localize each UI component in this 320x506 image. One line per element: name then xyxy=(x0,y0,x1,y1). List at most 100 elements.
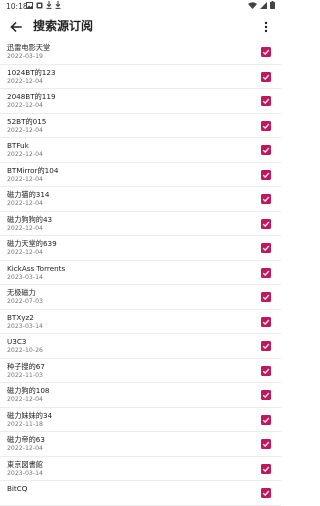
list-item[interactable]: 東京図書館 2023-03-14 xyxy=(0,457,281,481)
list-item[interactable]: U3C3 2022-10-26 xyxy=(0,334,281,359)
source-name: 种子搜的67 xyxy=(7,361,45,371)
source-date: 2022-12-04 xyxy=(7,151,43,158)
source-name: BTXyz2 xyxy=(7,312,34,322)
list-item[interactable]: 磁力妹妹的34 2022-11-18 xyxy=(0,408,281,432)
source-date: 2022-12-04 xyxy=(7,126,43,134)
source-date: 2022-12-04 xyxy=(7,396,43,403)
source-name: U3C3 xyxy=(7,337,27,346)
check-icon xyxy=(262,147,270,154)
signal-icon xyxy=(260,0,267,13)
source-date: 2022-12-04 xyxy=(7,77,43,85)
source-date: 2022-03-19 xyxy=(7,53,43,60)
source-name: 1024BT的123 xyxy=(7,67,56,77)
source-name: 磁力帝的63 xyxy=(7,435,45,444)
subscription-checkbox[interactable] xyxy=(261,120,271,131)
check-icon xyxy=(262,343,270,350)
subscription-checkbox[interactable] xyxy=(261,194,271,204)
subscription-checkbox[interactable] xyxy=(261,243,271,253)
subscription-checkbox[interactable] xyxy=(261,414,271,425)
source-date: 2023-03-14 xyxy=(7,469,43,477)
list-item[interactable]: BTMirror的104 2022-12-04 xyxy=(0,163,281,187)
list-item[interactable]: 2048BT的119 2022-12-04 xyxy=(0,89,281,114)
check-icon xyxy=(262,392,270,399)
source-name: BTMirror的104 xyxy=(7,165,59,175)
source-name: 磁力猫的314 xyxy=(7,190,50,199)
source-name: 磁力狗狗的43 xyxy=(7,214,53,224)
subscription-checkbox[interactable] xyxy=(261,390,271,400)
arrow-back-icon xyxy=(10,18,22,37)
check-icon xyxy=(262,368,270,374)
subscription-checkbox[interactable] xyxy=(261,316,271,327)
check-icon xyxy=(262,294,270,301)
more-vert-icon xyxy=(264,18,268,37)
check-icon xyxy=(262,270,270,276)
subscription-checkbox[interactable] xyxy=(261,71,271,82)
subscription-checkbox[interactable] xyxy=(261,145,271,155)
list-item[interactable]: 1024BT的123 2022-12-04 xyxy=(0,65,281,89)
status-system-icons xyxy=(248,0,275,13)
check-icon xyxy=(262,441,270,448)
status-bar: 10:18 xyxy=(0,0,281,13)
source-name: 東京図書館 xyxy=(7,459,43,469)
status-time: 10:18 xyxy=(6,2,28,11)
wifi-icon xyxy=(248,0,257,13)
subscription-checkbox[interactable] xyxy=(261,96,271,106)
subscription-checkbox[interactable] xyxy=(261,341,271,351)
source-name: KickAss Torrents xyxy=(7,263,66,273)
source-date: 2022-12-04 xyxy=(7,249,43,256)
source-date: 2022-11-18 xyxy=(7,420,43,428)
list-item[interactable]: 无极磁力 2022-07-03 xyxy=(0,285,281,310)
subscription-checkbox[interactable] xyxy=(261,463,271,474)
source-name: BitCQ xyxy=(7,484,28,493)
list-item[interactable]: 磁力帝的63 2022-12-04 xyxy=(0,432,281,457)
check-icon xyxy=(262,319,270,325)
list-item[interactable]: 磁力天堂的639 2022-12-04 xyxy=(0,236,281,261)
subscription-checkbox[interactable] xyxy=(261,47,271,57)
subscription-checkbox[interactable] xyxy=(261,365,271,376)
check-icon xyxy=(262,221,270,227)
subscription-checkbox[interactable] xyxy=(261,439,271,449)
check-icon xyxy=(262,172,270,178)
list-item[interactable]: 磁力猫的314 2022-12-04 xyxy=(0,187,281,212)
source-date: 2023-03-14 xyxy=(7,322,43,330)
list-item[interactable]: 磁力狗的108 2022-12-04 xyxy=(0,383,281,408)
source-name: 2048BT的119 xyxy=(7,92,56,101)
subscription-checkbox[interactable] xyxy=(261,267,271,278)
source-date: 2022-12-04 xyxy=(7,102,43,109)
source-name: 无极磁力 xyxy=(7,288,36,297)
source-date: 2022-10-26 xyxy=(7,347,43,354)
source-name: 迅雷电影天堂 xyxy=(7,43,51,52)
back-button[interactable] xyxy=(6,17,26,37)
check-icon xyxy=(262,74,270,80)
more-options-button[interactable] xyxy=(257,17,275,37)
check-icon xyxy=(262,466,270,472)
list-item[interactable]: KickAss Torrents 2023-03-14 xyxy=(0,261,281,285)
subscription-checkbox[interactable] xyxy=(261,488,271,498)
source-date: 2023-03-14 xyxy=(7,273,43,281)
list-item[interactable]: 种子搜的67 2022-11-03 xyxy=(0,359,281,383)
download-icon xyxy=(55,0,61,13)
list-item[interactable]: 磁力狗狗的43 2022-12-04 xyxy=(0,212,281,236)
list-item[interactable]: BitCQ xyxy=(0,481,281,506)
check-icon xyxy=(262,98,270,105)
source-name: 52BT的015 xyxy=(7,116,47,126)
check-icon xyxy=(262,490,270,497)
source-date: 2022-12-04 xyxy=(7,445,43,452)
list-item[interactable]: BTFuk 2022-12-04 xyxy=(0,138,281,163)
check-icon xyxy=(262,123,270,129)
list-item[interactable]: 52BT的015 2022-12-04 xyxy=(0,114,281,138)
source-date: 2022-12-04 xyxy=(7,200,43,207)
source-name: BTFuk xyxy=(7,141,29,150)
list-item[interactable]: 迅雷电影天堂 2022-03-19 xyxy=(0,40,281,65)
subscription-checkbox[interactable] xyxy=(261,169,271,180)
notification-icon xyxy=(36,0,43,13)
source-date: 2022-12-04 xyxy=(7,224,43,232)
check-icon xyxy=(262,49,270,56)
list-item[interactable]: BTXyz2 2023-03-14 xyxy=(0,310,281,334)
check-icon xyxy=(262,245,270,252)
subscription-checkbox[interactable] xyxy=(261,218,271,229)
source-date: 2022-12-04 xyxy=(7,175,43,183)
subscription-checkbox[interactable] xyxy=(261,292,271,302)
source-date: 2022-07-03 xyxy=(7,298,43,305)
download-icon xyxy=(46,0,52,13)
